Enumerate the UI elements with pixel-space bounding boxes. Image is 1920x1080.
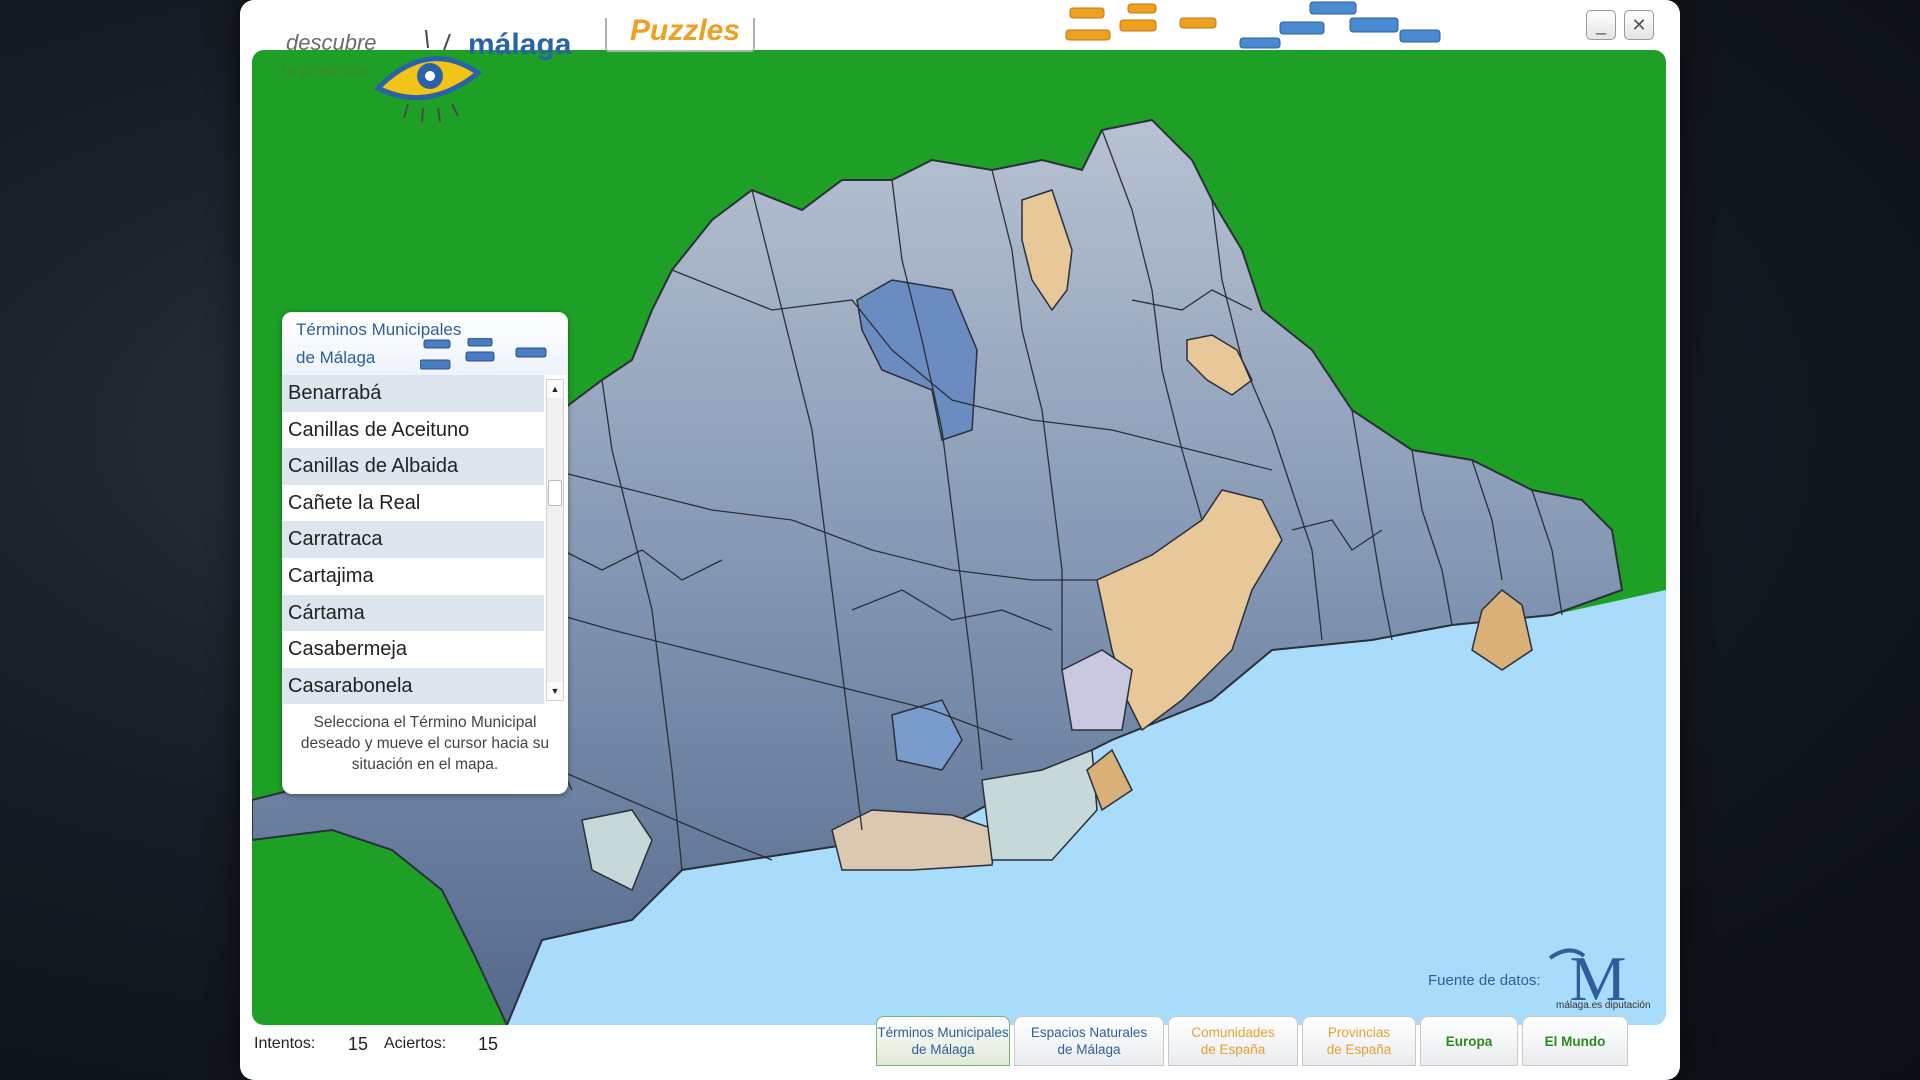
list-item[interactable]: Cártama [282, 594, 544, 632]
minimize-icon: _ [1595, 15, 1606, 35]
puzzle-pieces-icon [420, 338, 547, 370]
scroll-thumb[interactable] [548, 480, 562, 506]
list-item[interactable]: Carratraca [282, 521, 544, 558]
tab-el-mundo[interactable]: El Mundo [1522, 1016, 1628, 1066]
descubre-malaga-logo: descubre tu provincia málaga [268, 10, 588, 130]
tab-label: Europa [1445, 1033, 1493, 1049]
municipality-panel: Términos Municipales de Málaga Benarrabá… [282, 312, 568, 794]
tab-comunidades[interactable]: Comunidades de España [1168, 1016, 1298, 1066]
tab-label: Espacios Naturales de Málaga [1030, 1025, 1148, 1057]
tab-label: El Mundo [1544, 1033, 1606, 1049]
puzzle-window: Términos Municipales de Málaga Benarrabá… [240, 0, 1680, 1080]
list-item[interactable]: Cartajima [282, 557, 544, 595]
list-item[interactable]: Casarabonela [282, 667, 544, 705]
logo-tu-provincia-text: tu provincia [282, 62, 368, 79]
logo-descubre-text: descubre [286, 30, 377, 55]
list-item[interactable]: Casabermeja [282, 631, 544, 668]
close-button[interactable]: ✕ [1624, 10, 1654, 40]
panel-help-text: Selecciona el Término Municipal deseado … [300, 714, 550, 773]
list-scrollbar[interactable]: ▲ ▼ [546, 379, 564, 701]
aciertos-value: 15 [478, 1034, 499, 1054]
close-icon: ✕ [1631, 15, 1647, 35]
list-item[interactable]: Canillas de Aceituno [282, 411, 544, 449]
intentos-label: Intentos: [254, 1035, 316, 1052]
tab-terminos-municipales[interactable]: Términos Municipales de Málaga [876, 1016, 1010, 1066]
scroll-down-icon[interactable]: ▼ [547, 682, 563, 700]
tab-label: Términos Municipales de Málaga [877, 1025, 1009, 1057]
logo-malaga-text: málaga [468, 28, 572, 61]
tab-espacios-naturales[interactable]: Espacios Naturales de Málaga [1014, 1016, 1164, 1066]
list-item[interactable]: Canillas de Albaida [282, 448, 544, 485]
municipality-list-container: Benarrabá Canillas de Aceituno Canillas … [282, 375, 568, 705]
panel-header: Términos Municipales de Málaga [282, 312, 568, 375]
municipality-list[interactable]: Benarrabá Canillas de Aceituno Canillas … [282, 375, 544, 705]
app-title: Puzzles [630, 14, 741, 47]
aciertos-label: Aciertos: [384, 1035, 447, 1052]
intentos-value: 15 [348, 1034, 369, 1054]
tab-provincias[interactable]: Provincias de España [1302, 1016, 1416, 1066]
tab-label: Provincias de España [1326, 1025, 1392, 1057]
decorative-pieces-icon [1065, 1, 1441, 49]
source-logo-caption: málaga.es diputación [1556, 1000, 1651, 1011]
scroll-up-icon[interactable]: ▲ [547, 380, 563, 398]
tab-label: Comunidades de España [1191, 1025, 1275, 1057]
list-item[interactable]: Cañete la Real [282, 484, 544, 522]
source-label: Fuente de datos: [1428, 972, 1541, 989]
list-item[interactable]: Benarrabá [282, 375, 544, 412]
tab-europa[interactable]: Europa [1420, 1016, 1518, 1066]
minimize-button[interactable]: _ [1586, 10, 1616, 40]
map-area[interactable]: Términos Municipales de Málaga Benarrabá… [252, 50, 1666, 1025]
